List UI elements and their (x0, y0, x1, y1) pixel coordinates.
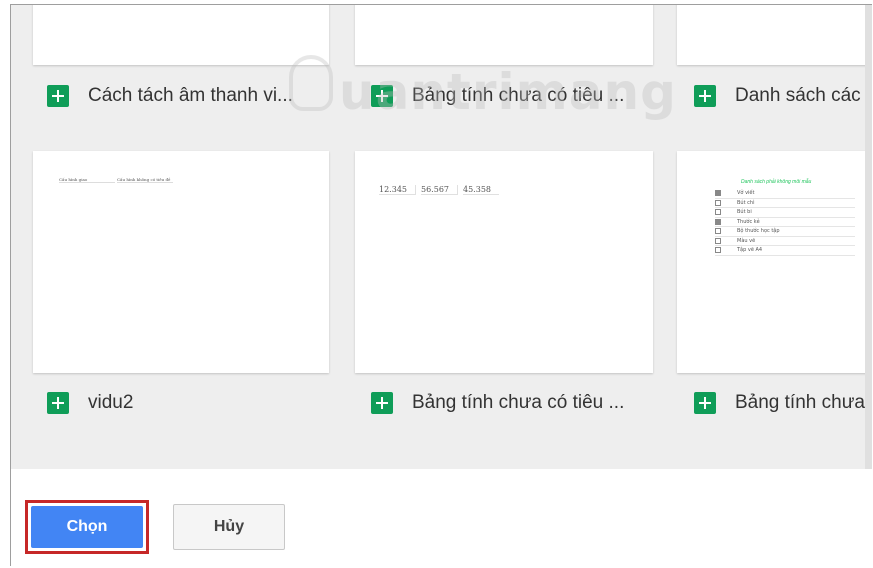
file-name: Bảng tính chưa có tiêu ... (412, 85, 625, 106)
file-thumbnail-checklist[interactable]: Danh sách phải không môi mẫu Vở viết Bút … (677, 151, 872, 373)
checkbox-icon (715, 237, 721, 244)
checklist-row: Bộ thước học tập (715, 227, 855, 237)
file-item[interactable]: Bảng tính chưa (694, 388, 872, 418)
checklist-row: Thước kẻ (715, 218, 855, 227)
checklist-row: Vở viết (715, 189, 855, 199)
checklist-item-label: Tập vẽ A4 (737, 247, 763, 254)
checklist-title: Danh sách phải không môi mẫu (741, 179, 812, 185)
sheets-icon (371, 85, 393, 107)
checklist-row: Bút bi (715, 208, 855, 218)
checklist: Vở viết Bút chì Bút bi Thước kẻ Bộ thước học… (715, 189, 855, 256)
vertical-scrollbar[interactable] (865, 5, 872, 469)
select-button-highlight[interactable]: Chọn (25, 500, 149, 554)
file-thumbnail-numbers[interactable]: 12.345 56.567 45.358 (355, 151, 653, 373)
dialog-footer: Chọn Hủy (11, 469, 872, 566)
checkbox-icon (715, 209, 721, 216)
thumbnail-cell: 56.567 (421, 185, 458, 195)
sheets-icon (694, 392, 716, 414)
sheets-icon (47, 85, 69, 107)
sheets-icon (47, 392, 69, 414)
cancel-button[interactable]: Hủy (173, 504, 285, 550)
sheets-icon (694, 85, 716, 107)
checkbox-icon (715, 247, 721, 254)
file-name: vidu2 (88, 392, 134, 413)
checklist-row: Màu vẽ (715, 237, 855, 246)
checklist-item-label: Thước kẻ (737, 218, 760, 225)
sheets-icon (371, 392, 393, 414)
checklist-item-label: Vở viết (737, 190, 755, 197)
file-name: Bảng tính chưa có tiêu ... (412, 392, 625, 413)
file-name: Danh sách các (735, 85, 861, 106)
checkbox-icon (715, 190, 721, 197)
file-thumbnail-vidu2[interactable]: Cấu hình giao Cấu hình không có tiêu đề (33, 151, 329, 373)
thumbnail-cell: Cấu hình giao (59, 177, 115, 183)
checklist-row: Tập vẽ A4 (715, 246, 855, 256)
checklist-item-label: Bút bi (737, 209, 752, 216)
file-name: Bảng tính chưa (735, 392, 865, 413)
file-item[interactable]: Bảng tính chưa có tiêu ... (371, 388, 651, 418)
checklist-item-label: Bút chì (737, 199, 755, 206)
select-button[interactable]: Chọn (31, 506, 143, 548)
file-item[interactable]: Bảng tính chưa có tiêu ... (371, 81, 651, 111)
file-item[interactable]: vidu2 (47, 388, 317, 418)
file-grid: Cách tách âm thanh vi... Bảng tính chưa … (11, 5, 872, 469)
file-name: Cách tách âm thanh vi... (88, 85, 293, 106)
checkbox-icon (715, 228, 721, 235)
checklist-item-label: Màu vẽ (737, 237, 756, 244)
checkbox-icon (715, 218, 721, 225)
thumbnail-cell: Cấu hình không có tiêu đề (117, 177, 173, 183)
thumbnail-cell: 12.345 (379, 185, 416, 195)
checklist-item-label: Bộ thước học tập (737, 228, 780, 235)
file-thumbnail[interactable] (33, 5, 329, 65)
thumbnail-cell: 45.358 (463, 185, 499, 195)
file-item[interactable]: Cách tách âm thanh vi... (47, 81, 317, 111)
checklist-row: Bút chì (715, 199, 855, 208)
checkbox-icon (715, 199, 721, 206)
file-thumbnail[interactable] (355, 5, 653, 65)
file-picker-dialog: Cách tách âm thanh vi... Bảng tính chưa … (10, 4, 872, 566)
file-item[interactable]: Danh sách các (694, 81, 872, 111)
file-thumbnail[interactable] (677, 5, 872, 65)
